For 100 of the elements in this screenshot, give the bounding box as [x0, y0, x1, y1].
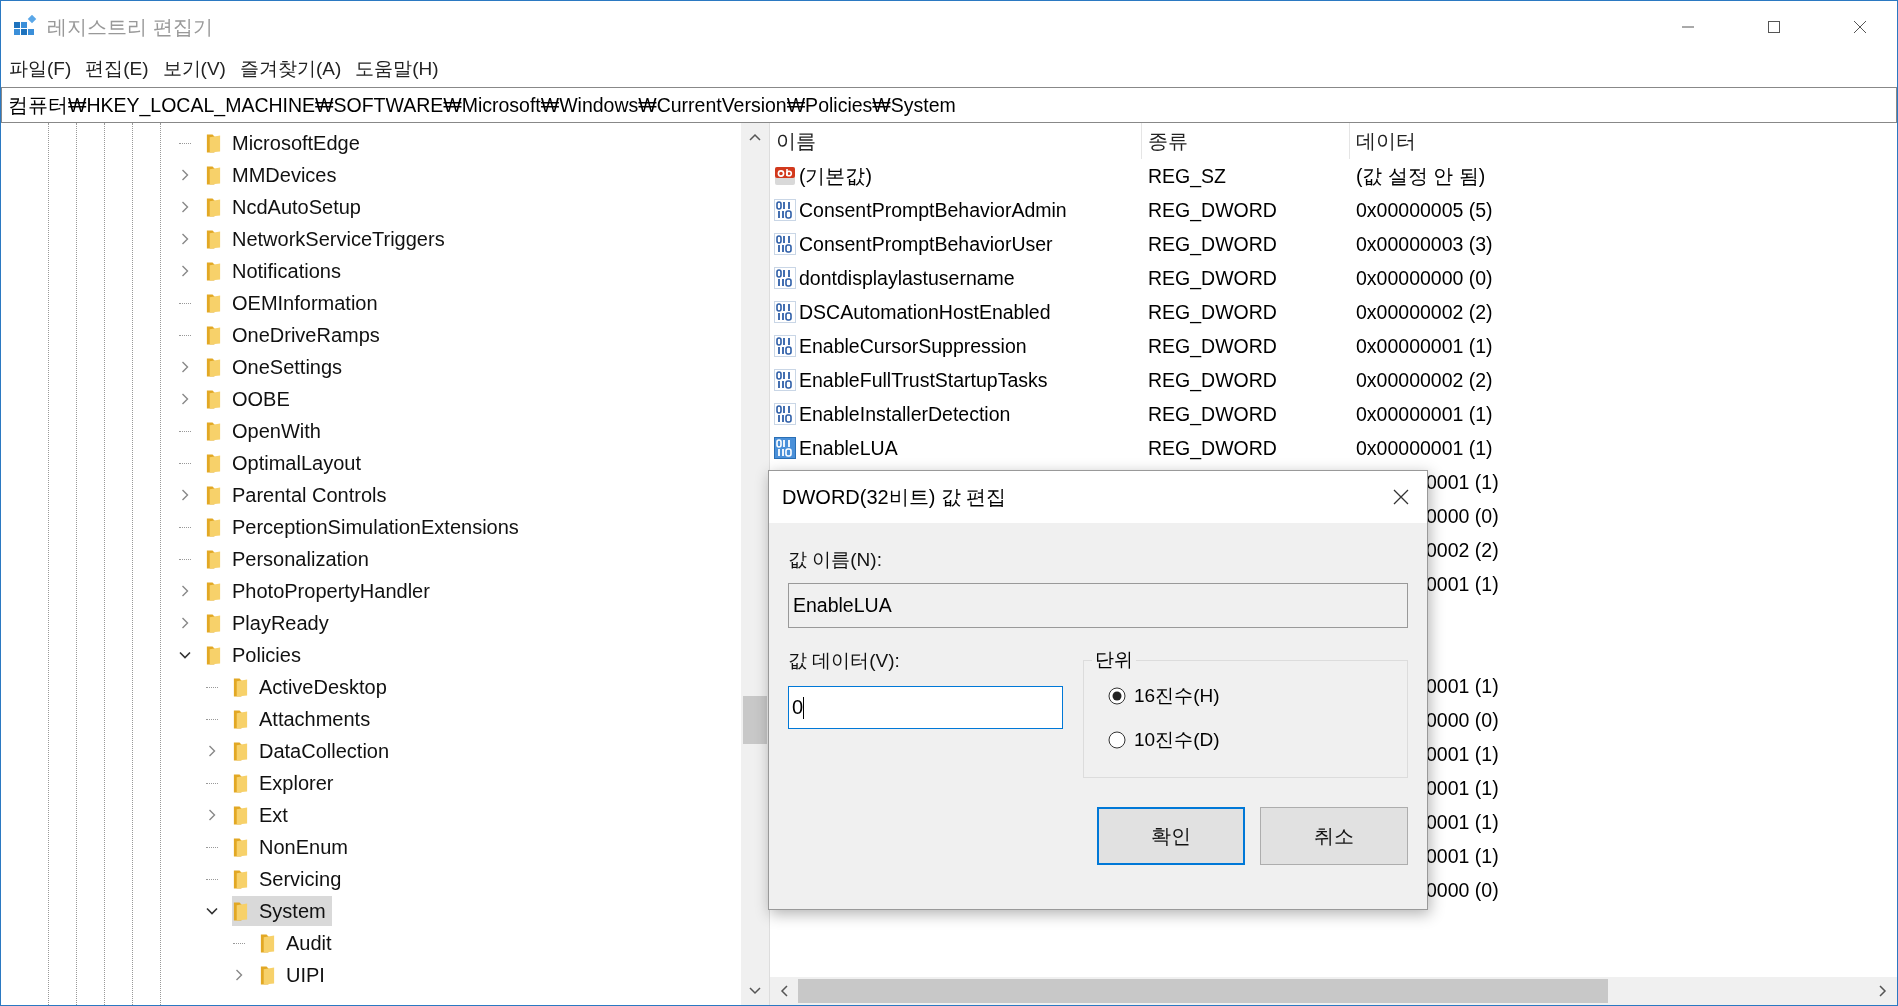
tree-item[interactable]: PerceptionSimulationExtensions: [205, 512, 525, 542]
expand-chevron-icon[interactable]: [179, 265, 191, 277]
expand-chevron-icon[interactable]: [206, 809, 218, 821]
scrollbar[interactable]: [770, 977, 1897, 1005]
close-icon[interactable]: [1853, 20, 1867, 34]
close-icon[interactable]: [1393, 489, 1409, 505]
table-cell-text: REG_DWORD: [1147, 198, 1278, 222]
tree-item[interactable]: System: [232, 896, 332, 926]
tree-item[interactable]: OptimalLayout: [205, 448, 367, 478]
tree-item[interactable]: Attachments: [232, 704, 377, 734]
folder-icon: [205, 164, 222, 186]
collapse-chevron-icon[interactable]: [206, 905, 218, 917]
tree-item[interactable]: UIPI: [259, 960, 331, 990]
input-field[interactable]: 0: [788, 686, 1063, 729]
radio-option[interactable]: 10진수(D): [1108, 727, 1220, 753]
scroll-up-icon[interactable]: [749, 133, 761, 141]
tree-item[interactable]: NetworkServiceTriggers: [205, 224, 451, 254]
scroll-left-icon[interactable]: [780, 985, 788, 997]
expand-chevron-icon[interactable]: [206, 745, 218, 757]
tree-item[interactable]: OOBE: [205, 384, 296, 414]
address-bar[interactable]: 컴퓨터₩HKEY_LOCAL_MACHINE₩SOFTWARE₩Microsoft₩Windows₩CurrentVersion₩Policies₩System: [1, 87, 1897, 123]
column-header[interactable]: 종류: [1142, 123, 1350, 159]
value-name[interactable]: DSCAutomationHostEnabled: [799, 300, 1051, 324]
expand-chevron-icon[interactable]: [179, 233, 191, 245]
cancel-button[interactable]: 취소: [1260, 807, 1408, 865]
column-header[interactable]: 이름: [770, 123, 1142, 159]
folder-icon: [232, 740, 249, 762]
folder-icon: [232, 772, 249, 794]
folder-icon: [205, 644, 222, 666]
tree-item[interactable]: Parental Controls: [205, 480, 393, 510]
expand-chevron-icon[interactable]: [179, 617, 191, 629]
scroll-right-icon[interactable]: [1879, 985, 1887, 997]
radio-icon[interactable]: [1108, 687, 1126, 705]
scroll-thumb[interactable]: [798, 979, 1608, 1003]
value-name[interactable]: EnableFullTrustStartupTasks: [799, 368, 1048, 392]
folder-icon: [205, 228, 222, 250]
value-name[interactable]: (기본값): [799, 162, 872, 190]
menu-item[interactable]: 도움말(H): [355, 56, 439, 82]
folder-icon: [259, 932, 276, 954]
scroll-down-icon[interactable]: [749, 987, 761, 995]
tree-item[interactable]: PhotoPropertyHandler: [205, 576, 436, 606]
expand-chevron-icon[interactable]: [179, 169, 191, 181]
folder-icon: [205, 388, 222, 410]
tree-item[interactable]: DataCollection: [232, 736, 396, 766]
table-cell-text: 0001 (1): [1425, 674, 1499, 698]
menu-item[interactable]: 즐겨찾기(A): [239, 56, 342, 82]
input-field[interactable]: EnableLUA: [788, 583, 1408, 628]
tree-item[interactable]: Audit: [259, 928, 338, 958]
radio-option[interactable]: 16진수(H): [1108, 683, 1220, 709]
value-name[interactable]: ConsentPromptBehaviorUser: [799, 232, 1053, 256]
folder-icon: [205, 260, 222, 282]
tree-item[interactable]: NonEnum: [232, 832, 354, 862]
table-cell-text: REG_DWORD: [1147, 334, 1278, 358]
scroll-thumb[interactable]: [743, 696, 767, 745]
menu-item[interactable]: 파일(F): [9, 56, 72, 82]
tree-item[interactable]: OpenWith: [205, 416, 327, 446]
tree-item[interactable]: ActiveDesktop: [232, 672, 393, 702]
scrollbar[interactable]: [741, 123, 769, 1005]
value-name[interactable]: dontdisplaylastusername: [799, 266, 1015, 290]
value-name[interactable]: EnableInstallerDetection: [799, 402, 1011, 426]
expand-chevron-icon[interactable]: [179, 361, 191, 373]
tree-item[interactable]: OneDriveRamps: [205, 320, 386, 350]
table-cell-text: 0001 (1): [1425, 810, 1499, 834]
value-name[interactable]: ConsentPromptBehaviorAdmin: [799, 198, 1067, 222]
expand-chevron-icon[interactable]: [179, 585, 191, 597]
tree-item[interactable]: Personalization: [205, 544, 375, 574]
value-name[interactable]: EnableLUA: [799, 436, 898, 460]
tree-item[interactable]: Policies: [205, 640, 307, 670]
ok-button[interactable]: 확인: [1097, 807, 1245, 865]
tree-item[interactable]: MicrosoftEdge: [205, 128, 366, 158]
value-name[interactable]: EnableCursorSuppression: [799, 334, 1027, 358]
tree-item[interactable]: MMDevices: [205, 160, 343, 190]
tree-item[interactable]: Ext: [232, 800, 294, 830]
expand-chevron-icon[interactable]: [179, 393, 191, 405]
expand-chevron-icon[interactable]: [179, 489, 191, 501]
tree-item[interactable]: PlayReady: [205, 608, 335, 638]
tree-item[interactable]: Notifications: [205, 256, 347, 286]
column-header[interactable]: 데이터: [1350, 123, 1650, 159]
tree-item[interactable]: NcdAutoSetup: [205, 192, 367, 222]
field-label: 값 이름(N):: [788, 548, 883, 572]
radio-icon[interactable]: [1108, 731, 1126, 749]
collapse-chevron-icon[interactable]: [179, 649, 191, 661]
folder-icon: [232, 676, 249, 698]
table-cell-text: REG_DWORD: [1147, 402, 1278, 426]
expand-chevron-icon[interactable]: [179, 201, 191, 213]
folder-icon: [205, 580, 222, 602]
maximize-icon[interactable]: [1767, 20, 1781, 34]
folder-icon: [259, 964, 276, 986]
menu-item[interactable]: 보기(V): [162, 56, 226, 82]
tree-item[interactable]: Explorer: [232, 768, 340, 798]
tree-item[interactable]: OneSettings: [205, 352, 349, 382]
expand-chevron-icon[interactable]: [233, 969, 245, 981]
folder-icon: [232, 804, 249, 826]
table-cell-text: 0000 (0): [1425, 504, 1499, 528]
menu-item[interactable]: 편집(E): [85, 56, 149, 82]
tree-item[interactable]: Servicing: [232, 864, 348, 894]
table-cell-text: REG_DWORD: [1147, 232, 1278, 256]
table-cell-text: 0x00000003 (3): [1355, 232, 1493, 256]
tree-item[interactable]: OEMInformation: [205, 288, 384, 318]
folder-icon: [205, 484, 222, 506]
